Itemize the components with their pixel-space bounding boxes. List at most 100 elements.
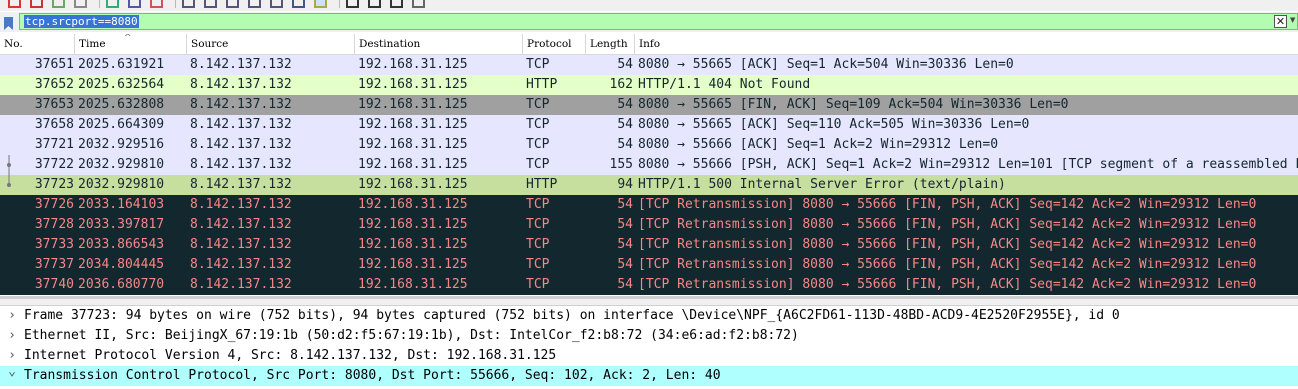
cell-protocol: HTTP xyxy=(526,77,558,92)
clear-icon[interactable]: ✕ xyxy=(1274,15,1287,28)
zoom-out-icon[interactable] xyxy=(368,0,381,8)
detail-tree-item[interactable]: › Frame 37723: 94 bytes on wire (752 bits… xyxy=(0,306,1298,326)
table-row[interactable]: 37726 2033.164103 8.142.137.132 192.168.31.… xyxy=(0,195,1298,215)
zoom-reset-icon[interactable] xyxy=(390,0,403,8)
resize-columns-icon[interactable] xyxy=(412,0,425,8)
cell-info: [TCP Retransmission] 8080 → 55666 [FIN, … xyxy=(638,277,1257,292)
open-icon[interactable] xyxy=(106,0,119,8)
last-icon[interactable] xyxy=(270,0,283,8)
cell-time: 2033.164103 xyxy=(78,197,165,212)
autoscroll-icon[interactable] xyxy=(292,0,305,8)
cell-info: [TCP Retransmission] 8080 → 55666 [FIN, … xyxy=(638,197,1257,212)
cell-source: 8.142.137.132 xyxy=(190,117,292,132)
table-row[interactable]: 37722 2032.929810 8.142.137.132 192.168.31.… xyxy=(0,155,1298,175)
detail-tree-item[interactable]: ⌄ Transmission Control Protocol, Src Port… xyxy=(0,364,1298,386)
zoom-in-icon[interactable] xyxy=(346,0,359,8)
column-header-destination[interactable]: Destination xyxy=(355,34,523,54)
cell-protocol: TCP xyxy=(526,277,550,292)
column-header-length[interactable]: Length xyxy=(586,34,635,54)
cell-source: 8.142.137.132 xyxy=(190,77,292,92)
table-row[interactable]: 37737 2034.804445 8.142.137.132 192.168.31.… xyxy=(0,255,1298,275)
table-row[interactable]: 37651 2025.631921 8.142.137.132 192.168.31.… xyxy=(0,55,1298,75)
cell-length: 162 xyxy=(609,77,633,92)
table-row[interactable]: 37740 2036.680770 8.142.137.132 192.168.31.… xyxy=(0,275,1298,295)
colorize-icon[interactable] xyxy=(314,0,327,8)
cell-destination: 192.168.31.125 xyxy=(358,157,468,172)
shark-fin-red-icon[interactable] xyxy=(8,0,21,8)
back-icon[interactable] xyxy=(182,0,195,8)
packet-list: No. Time Source Destination Protocol Len… xyxy=(0,34,1298,298)
cell-length: 54 xyxy=(617,117,633,132)
first-icon[interactable] xyxy=(248,0,261,8)
toolbar-separator xyxy=(99,0,100,8)
display-filter-input[interactable]: tcp.srcport==8080 ✕ xyxy=(19,13,1298,30)
close-file-icon[interactable] xyxy=(150,0,163,8)
packet-list-header: No. Time Source Destination Protocol Len… xyxy=(0,34,1298,55)
table-row[interactable]: 37653 2025.632808 8.142.137.132 192.168.31.… xyxy=(0,95,1298,115)
cell-source: 8.142.137.132 xyxy=(190,97,292,112)
cell-destination: 192.168.31.125 xyxy=(358,97,468,112)
gear-icon[interactable] xyxy=(74,0,87,8)
cell-length: 54 xyxy=(617,197,633,212)
bookmark-icon[interactable] xyxy=(3,15,14,30)
cell-no: 37728 xyxy=(34,217,74,232)
column-header-protocol[interactable]: Protocol xyxy=(523,34,586,54)
display-filter-bar: tcp.srcport==8080 ✕ ▼ xyxy=(0,12,1298,32)
table-row[interactable]: 37721 2032.929516 8.142.137.132 192.168.31.… xyxy=(0,135,1298,155)
cell-time: 2025.632564 xyxy=(78,77,165,92)
toolbar-separator xyxy=(175,0,176,8)
cell-no: 37653 xyxy=(34,97,74,112)
reload-icon[interactable] xyxy=(52,0,65,8)
main-toolbar xyxy=(0,0,1298,11)
sort-ascending-icon: ^ xyxy=(124,34,132,43)
chevron-right-icon[interactable]: › xyxy=(7,326,17,346)
cell-destination: 192.168.31.125 xyxy=(358,257,468,272)
cell-no: 37651 xyxy=(34,57,74,72)
cell-source: 8.142.137.132 xyxy=(190,137,292,152)
cell-source: 8.142.137.132 xyxy=(190,217,292,232)
toolbar-separator xyxy=(339,0,340,8)
cell-protocol: TCP xyxy=(526,117,550,132)
table-row[interactable]: 37728 2033.397817 8.142.137.132 192.168.31.… xyxy=(0,215,1298,235)
packet-details-pane: › Frame 37723: 94 bytes on wire (752 bits… xyxy=(0,306,1298,389)
pane-splitter[interactable] xyxy=(0,298,1298,306)
cell-no: 37726 xyxy=(34,197,74,212)
table-row[interactable]: 37733 2033.866543 8.142.137.132 192.168.31.… xyxy=(0,235,1298,255)
cell-info: [TCP Retransmission] 8080 → 55666 [FIN, … xyxy=(638,257,1257,272)
table-row-selected[interactable]: 37723 2032.929810 8.142.137.132 192.168.31.… xyxy=(0,175,1298,195)
cell-source: 8.142.137.132 xyxy=(190,197,292,212)
detail-text: Ethernet II, Src: BeijingX_67:19:1b (50:… xyxy=(24,328,799,343)
table-row[interactable]: 37652 2025.632564 8.142.137.132 192.168.31.… xyxy=(0,75,1298,95)
cell-info: HTTP/1.1 404 Not Found xyxy=(638,77,811,92)
cell-destination: 192.168.31.125 xyxy=(358,237,468,252)
cell-destination: 192.168.31.125 xyxy=(358,57,468,72)
cell-time: 2033.866543 xyxy=(78,237,165,252)
chevron-right-icon[interactable]: › xyxy=(7,306,17,326)
forward-icon[interactable] xyxy=(204,0,217,8)
cell-no: 37737 xyxy=(34,257,74,272)
cell-time: 2033.397817 xyxy=(78,217,165,232)
cell-source: 8.142.137.132 xyxy=(190,257,292,272)
detail-tree-item[interactable]: › Internet Protocol Version 4, Src: 8.142… xyxy=(0,346,1298,366)
cell-length: 54 xyxy=(617,277,633,292)
cell-source: 8.142.137.132 xyxy=(190,177,292,192)
column-header-source[interactable]: Source xyxy=(187,34,355,54)
save-icon[interactable] xyxy=(128,0,141,8)
cell-info: 8080 → 55665 [ACK] Seq=1 Ack=504 Win=303… xyxy=(638,57,1014,72)
column-header-info[interactable]: Info xyxy=(635,34,1298,54)
detail-tree-item[interactable]: › Ethernet II, Src: BeijingX_67:19:1b (50… xyxy=(0,326,1298,346)
cell-destination: 192.168.31.125 xyxy=(358,77,468,92)
cell-protocol: TCP xyxy=(526,97,550,112)
cell-length: 54 xyxy=(617,97,633,112)
cell-destination: 192.168.31.125 xyxy=(358,117,468,132)
cell-protocol: TCP xyxy=(526,217,550,232)
cell-info: HTTP/1.1 500 Internal Server Error (text… xyxy=(638,177,1006,192)
stop-icon[interactable] xyxy=(30,0,43,8)
cell-info: 8080 → 55666 [PSH, ACK] Seq=1 Ack=2 Win=… xyxy=(638,157,1298,172)
cell-length: 54 xyxy=(617,217,633,232)
column-header-no[interactable]: No. xyxy=(0,34,75,54)
chevron-down-icon[interactable]: ⌄ xyxy=(7,362,17,382)
table-row[interactable]: 37658 2025.664309 8.142.137.132 192.168.31.… xyxy=(0,115,1298,135)
dropdown-arrow-icon[interactable]: ▼ xyxy=(1290,16,1298,24)
goto-icon[interactable] xyxy=(226,0,239,8)
